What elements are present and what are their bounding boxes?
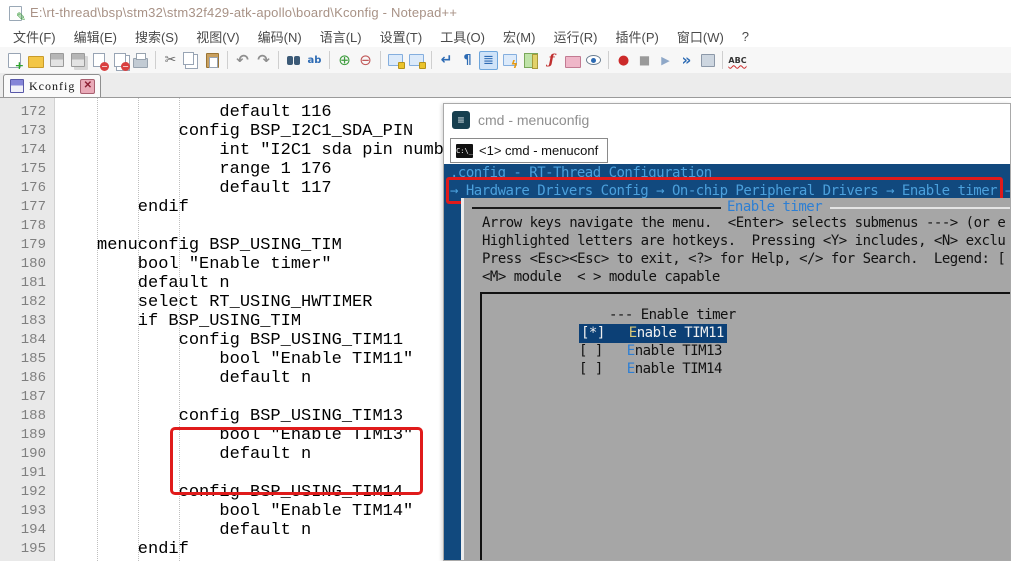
save-all-icon[interactable] (68, 51, 87, 70)
close-all-icon[interactable] (110, 51, 129, 70)
console-header: .config - RT-Thread Configuration (444, 164, 1010, 182)
toolbar-separator (608, 51, 609, 69)
menu-bar: 文件(F) 编辑(E) 搜索(S) 视图(V) 编码(N) 语言(L) 设置(T… (0, 25, 1011, 47)
zoom-out-icon[interactable] (356, 51, 375, 70)
menu-language[interactable]: 语言(L) (311, 25, 371, 48)
screen: { "colors": { "annotation_red": "#e01b1b… (0, 0, 1011, 561)
menu-help[interactable]: ? (733, 27, 758, 46)
cmd-prompt-icon: C:\_ (456, 144, 473, 158)
document-tab-bar: Kconfig ✕ (0, 73, 1011, 98)
dialog-help-text: Arrow keys navigate the menu. <Enter> se… (482, 214, 1010, 286)
menuconfig-console[interactable]: .config - RT-Thread Configuration → Hard… (444, 164, 1010, 560)
option-label: nable TIM13 (635, 343, 722, 359)
open-file-icon[interactable] (26, 51, 45, 70)
print-icon[interactable] (131, 51, 150, 70)
cmd-tab-label: <1> cmd - menuconf (479, 143, 598, 158)
list-separator: --- Enable timer (482, 306, 1010, 324)
option-enable-tim14[interactable]: [ ] Enable TIM14 (482, 360, 1010, 378)
toolbar (0, 47, 1011, 73)
macro-stop-icon[interactable] (635, 51, 654, 70)
document-map-icon[interactable] (521, 51, 540, 70)
toolbar-separator (155, 51, 156, 69)
checkbox-unchecked: [ ] (579, 343, 603, 359)
show-all-characters-icon[interactable] (458, 51, 477, 70)
menu-tools[interactable]: 工具(O) (431, 25, 494, 48)
undo-icon[interactable] (233, 51, 252, 70)
tab-kconfig[interactable]: Kconfig ✕ (3, 74, 101, 97)
monitoring-icon[interactable] (584, 51, 603, 70)
toolbar-separator (227, 51, 228, 69)
tab-close-icon[interactable]: ✕ (80, 79, 95, 94)
menu-encoding[interactable]: 编码(N) (249, 25, 311, 48)
toolbar-separator (431, 51, 432, 69)
option-enable-tim13[interactable]: [ ] Enable TIM13 (482, 342, 1010, 360)
toolbar-separator (722, 51, 723, 69)
saved-file-icon (10, 79, 24, 93)
redo-icon[interactable] (254, 51, 273, 70)
menu-macro[interactable]: 宏(M) (494, 25, 545, 48)
menuconfig-dialog: Enable timer Arrow keys navigate the men… (461, 198, 1010, 560)
sync-horizontal-scroll-icon[interactable] (407, 51, 426, 70)
menu-settings[interactable]: 设置(T) (371, 25, 432, 48)
cmd-window[interactable]: ≡ cmd - menuconfig C:\_ <1> cmd - menuco… (443, 103, 1011, 561)
sync-vertical-scroll-icon[interactable] (386, 51, 405, 70)
toolbar-separator (278, 51, 279, 69)
hotkey-letter: E (627, 343, 635, 359)
checkbox-unchecked: [ ] (579, 361, 603, 377)
toolbar-separator (329, 51, 330, 69)
menu-file[interactable]: 文件(F) (4, 25, 65, 48)
option-enable-tim11[interactable]: [*] Enable TIM11 (482, 324, 1010, 342)
find-icon[interactable] (284, 51, 303, 70)
function-list-icon[interactable] (542, 51, 561, 70)
hotkey-letter: E (627, 361, 635, 377)
save-icon[interactable] (47, 51, 66, 70)
zoom-in-icon[interactable] (335, 51, 354, 70)
toolbar-separator (380, 51, 381, 69)
cmd-titlebar: ≡ cmd - menuconfig (444, 104, 1010, 136)
tab-label: Kconfig (29, 79, 75, 94)
cmd-window-title: cmd - menuconfig (478, 112, 589, 128)
dialog-border-line (472, 207, 721, 209)
shortcut-mapper-icon[interactable] (500, 51, 519, 70)
copy-icon[interactable] (182, 51, 201, 70)
macro-run-multiple-icon[interactable] (677, 51, 696, 70)
notepadpp-app-icon (8, 5, 24, 21)
option-list-box: --- Enable timer [*] Enable TIM11 [ ] Enab… (480, 292, 1010, 560)
paste-icon[interactable] (203, 51, 222, 70)
menu-edit[interactable]: 编辑(E) (65, 25, 126, 48)
macro-record-icon[interactable] (614, 51, 633, 70)
cmd-tab-bar: C:\_ <1> cmd - menuconf (444, 136, 1010, 164)
folder-as-workspace-icon[interactable] (563, 51, 582, 70)
checkbox-checked: [*] (581, 325, 605, 341)
menu-run[interactable]: 运行(R) (544, 25, 606, 48)
macro-save-icon[interactable] (698, 51, 717, 70)
option-label: nable TIM14 (635, 361, 722, 377)
hotkey-letter: E (629, 325, 637, 341)
console-app-icon: ≡ (452, 111, 470, 129)
cmd-tab[interactable]: C:\_ <1> cmd - menuconf (450, 138, 608, 163)
window-title: E:\rt-thread\bsp\stm32\stm32f429-atk-apo… (30, 5, 457, 20)
menu-plugins[interactable]: 插件(P) (607, 25, 668, 48)
menu-window[interactable]: 窗口(W) (668, 25, 733, 48)
cut-icon[interactable] (161, 51, 180, 70)
word-wrap-icon[interactable] (437, 51, 456, 70)
option-label: nable TIM11 (637, 325, 724, 341)
notepad-titlebar: E:\rt-thread\bsp\stm32\stm32f429-atk-apo… (0, 0, 1011, 25)
dialog-border-line (830, 207, 1010, 209)
spell-check-icon[interactable] (728, 51, 747, 70)
macro-play-icon[interactable] (656, 51, 675, 70)
line-number-gutter[interactable]: 172173 174175 176177 178179 180181 18218… (0, 98, 55, 561)
indent-guide-icon[interactable] (479, 51, 498, 70)
dialog-title: Enable timer (727, 199, 822, 215)
menu-search[interactable]: 搜索(S) (126, 25, 187, 48)
new-file-icon[interactable] (5, 51, 24, 70)
close-file-icon[interactable] (89, 51, 108, 70)
menu-view[interactable]: 视图(V) (187, 25, 248, 48)
replace-icon[interactable] (305, 51, 324, 70)
